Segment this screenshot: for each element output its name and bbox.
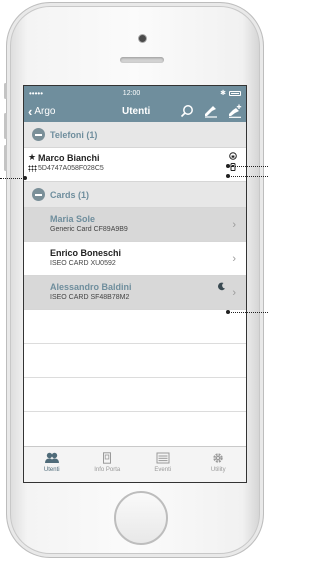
earpiece-speaker <box>120 57 164 63</box>
empty-row <box>24 310 246 344</box>
chevron-right-icon: › <box>232 218 236 231</box>
callout-dot <box>23 176 27 180</box>
add-key-icon[interactable] <box>228 104 242 118</box>
card-row[interactable]: Enrico Boneschi ISEO CARD XU0592 › <box>24 242 246 276</box>
callout-line-lock <box>228 166 268 167</box>
tab-bar: Utenti Info Porta Eventi Utility <box>24 446 246 482</box>
home-button[interactable] <box>114 491 168 545</box>
nav-actions <box>180 100 242 122</box>
chevron-left-icon: ‹ <box>28 103 33 119</box>
section-header-telefoni[interactable]: Telefoni (1) <box>24 122 246 148</box>
tab-utenti[interactable]: Utenti <box>24 447 80 482</box>
front-camera <box>139 35 146 42</box>
events-list-icon <box>156 452 170 464</box>
callout-dot <box>226 310 230 314</box>
section-title: Telefoni (1) <box>50 129 98 140</box>
card-id: ISEO CARD SF48B78M2 <box>50 294 130 301</box>
lock-status-icon <box>229 152 237 160</box>
bluetooth-icon: ✱ <box>220 90 226 97</box>
section-title: Cards (1) <box>50 189 90 200</box>
card-id: Generic Card CF89A9B9 <box>50 226 128 233</box>
status-right: ✱ <box>220 89 241 97</box>
callout-line-time <box>228 312 268 313</box>
tab-label: Info Porta <box>94 467 121 473</box>
callout-dot <box>226 174 230 178</box>
chevron-right-icon: › <box>232 286 236 299</box>
search-icon[interactable] <box>180 104 194 118</box>
callout-line-phone <box>228 176 268 177</box>
card-id: ISEO CARD XU0592 <box>50 260 116 267</box>
navigation-bar: ‹ Argo Utenti <box>24 100 246 122</box>
volume-down-button <box>4 145 7 171</box>
tab-utility[interactable]: Utility <box>191 447 247 482</box>
empty-row <box>24 378 246 412</box>
status-bar: ••••• 12:00 ✱ <box>24 86 246 100</box>
device-id: 5D4747A058F028C5 <box>38 165 104 172</box>
tab-label: Utility <box>210 467 226 473</box>
phone-row[interactable]: ★ Marco Bianchi 5D4747A058F028C5 <box>24 148 246 182</box>
callout-dot <box>226 164 230 168</box>
tab-eventi[interactable]: Eventi <box>135 447 191 482</box>
back-label: Argo <box>34 105 56 117</box>
gear-icon <box>213 453 223 463</box>
users-icon <box>44 452 59 463</box>
empty-row <box>24 344 246 378</box>
collapse-icon[interactable] <box>32 188 45 201</box>
card-row[interactable]: Maria Sole Generic Card CF89A9B9 › <box>24 208 246 242</box>
user-name: Marco Bianchi <box>38 153 100 163</box>
key-icon[interactable] <box>204 104 218 118</box>
time-restriction-icon <box>218 282 225 291</box>
door-info-icon <box>103 452 112 464</box>
collapse-icon[interactable] <box>32 128 45 141</box>
volume-up-button <box>4 113 7 139</box>
signal-dots: ••••• <box>29 88 44 98</box>
phone-screen: ••••• 12:00 ✱ ‹ Argo Utenti Telefoni (1)… <box>23 85 247 483</box>
card-row[interactable]: Alessandro Baldini ISEO CARD SF48B78M2 › <box>24 276 246 310</box>
phone-status-icon <box>230 163 236 171</box>
user-name: Enrico Boneschi <box>50 248 122 258</box>
keypad-icon <box>28 165 37 172</box>
status-time: 12:00 <box>122 89 141 97</box>
user-name: Maria Sole <box>50 214 96 224</box>
chevron-right-icon: › <box>232 252 236 265</box>
tab-info-porta[interactable]: Info Porta <box>80 447 136 482</box>
page-title: Utenti <box>122 105 151 117</box>
battery-icon <box>228 90 241 96</box>
back-button[interactable]: ‹ Argo <box>28 105 55 118</box>
tab-label: Eventi <box>154 467 172 473</box>
mute-switch <box>4 83 7 99</box>
star-icon: ★ <box>28 152 37 162</box>
tab-label: Utenti <box>43 467 60 473</box>
callout-line-keypad <box>0 178 24 179</box>
section-header-cards[interactable]: Cards (1) <box>24 182 246 208</box>
